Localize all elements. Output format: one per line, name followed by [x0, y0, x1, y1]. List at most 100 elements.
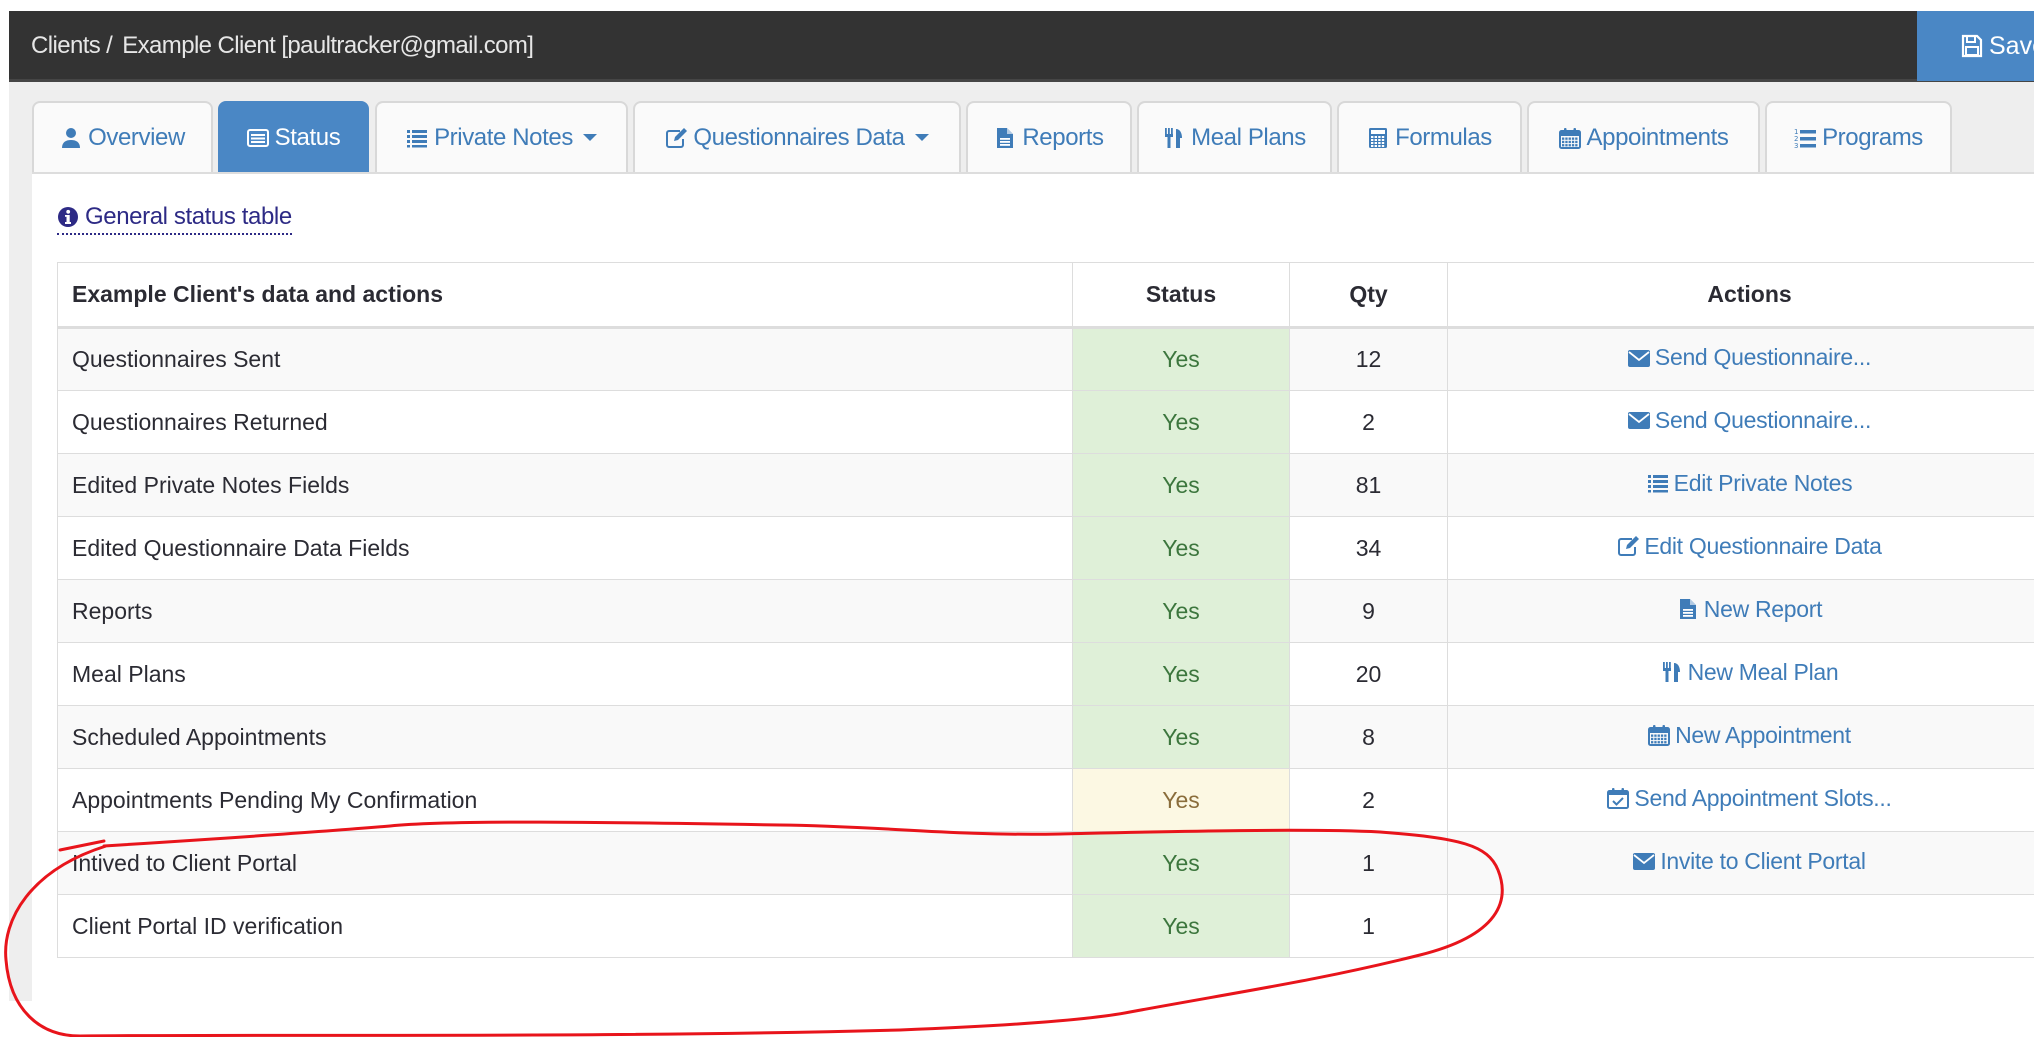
actions-cell: Edit Private Notes — [1447, 453, 2034, 517]
row-label: Client Portal ID verification — [57, 894, 1073, 958]
tab-label: Private Notes — [434, 123, 573, 151]
status-cell: Yes — [1072, 579, 1290, 643]
tab-label: Formulas — [1395, 123, 1492, 151]
status-cell: Yes — [1072, 390, 1290, 454]
tab-label: Meal Plans — [1191, 123, 1306, 151]
tab-label: Appointments — [1586, 123, 1729, 151]
row-label: Questionnaires Sent — [57, 327, 1073, 391]
status-cell: Yes — [1072, 894, 1290, 958]
qty-cell: 2 — [1289, 390, 1448, 454]
tab-private-notes[interactable]: Private Notes — [375, 101, 628, 172]
caret-down-icon — [582, 134, 597, 141]
status-cell: Yes — [1072, 705, 1290, 769]
table-row: Scheduled Appointments Yes 8 New Appointmen… — [57, 705, 2034, 769]
calculator-icon — [1369, 127, 1388, 148]
action-link[interactable]: Invite to Client Portal — [1633, 847, 1866, 875]
actions-cell — [1447, 894, 2034, 958]
action-label: Invite to Client Portal — [1660, 847, 1866, 874]
action-label: Send Appointment Slots... — [1634, 784, 1892, 811]
tab-reports[interactable]: Reports — [966, 101, 1132, 172]
action-label: New Meal Plan — [1687, 658, 1839, 685]
row-label: Scheduled Appointments — [57, 705, 1073, 769]
qty-cell: 34 — [1289, 516, 1448, 580]
action-link[interactable]: Send Appointment Slots... — [1607, 784, 1892, 812]
action-label: Edit Private Notes — [1673, 469, 1853, 496]
action-link[interactable]: Send Questionnaire... — [1627, 406, 1872, 434]
list-alt-icon — [246, 128, 269, 147]
status-table: Example Client's data and actions Status… — [57, 262, 2034, 958]
calendar-check-icon — [1607, 788, 1630, 810]
status-cell: Yes — [1072, 516, 1290, 580]
save-button[interactable]: Save — [1917, 11, 2034, 81]
actions-cell: Edit Questionnaire Data — [1447, 516, 2034, 580]
list-ol-icon: 123 — [1794, 128, 1817, 149]
action-link[interactable]: Edit Private Notes — [1647, 470, 1853, 497]
action-link[interactable]: New Appointment — [1648, 722, 1851, 749]
general-status-table-label: General status table — [85, 203, 292, 230]
action-label: New Report — [1703, 595, 1823, 622]
general-status-table-link[interactable]: General status table — [57, 203, 292, 235]
breadcrumb-current: Example Client [paultracker@gmail.com] — [122, 32, 534, 59]
row-label: Questionnaires Returned — [57, 390, 1073, 454]
action-label: Send Questionnaire... — [1654, 344, 1872, 371]
action-link[interactable]: Send Questionnaire... — [1627, 344, 1872, 371]
calendar-icon — [1648, 725, 1671, 747]
qty-cell: 20 — [1289, 642, 1448, 706]
action-link[interactable]: Edit Questionnaire Data — [1617, 533, 1882, 560]
row-label: Appointments Pending My Confirmation — [57, 768, 1073, 832]
edit-icon — [666, 127, 688, 148]
cutlery-icon — [1165, 127, 1183, 148]
tab-label: Overview — [88, 123, 185, 151]
breadcrumb: Clients / Example Client [paultracker@gmai… — [31, 32, 534, 60]
header-data-and-actions: Example Client's data and actions — [57, 262, 1073, 329]
qty-cell: 12 — [1289, 327, 1448, 391]
edit-icon — [1618, 536, 1640, 557]
action-link[interactable]: New Meal Plan — [1661, 659, 1839, 686]
action-label: Send Questionnaire... — [1654, 406, 1872, 433]
qty-cell: 2 — [1289, 768, 1448, 832]
svg-text:3: 3 — [1794, 142, 1798, 149]
breadcrumb-clients-link[interactable]: Clients — [31, 32, 101, 59]
actions-cell: New Report — [1447, 579, 2034, 643]
tab-formulas[interactable]: Formulas — [1337, 101, 1522, 172]
header-status: Status — [1072, 262, 1290, 329]
actions-cell: Invite to Client Portal — [1447, 831, 2034, 895]
status-cell: Yes — [1072, 831, 1290, 895]
tab-meal-plans[interactable]: Meal Plans — [1137, 101, 1332, 172]
floppy-disk-icon — [1961, 34, 1983, 58]
tab-questionnaires-data[interactable]: Questionnaires Data — [633, 101, 961, 172]
qty-cell: 8 — [1289, 705, 1448, 769]
tab-appointments[interactable]: Appointments — [1527, 101, 1760, 172]
table-row: Client Portal ID verification Yes 1 — [57, 894, 2034, 958]
status-cell: Yes — [1072, 642, 1290, 706]
envelope-icon — [1627, 412, 1650, 430]
qty-cell: 1 — [1289, 894, 1448, 958]
table-row: Intived to Client Portal Yes 1 Invite to Cl… — [57, 831, 2034, 895]
actions-cell: Send Questionnaire... — [1447, 390, 2034, 454]
table-row: Appointments Pending My Confirmation Yes 2… — [57, 768, 2034, 832]
actions-cell: Send Appointment Slots... — [1447, 768, 2034, 832]
table-row: Edited Private Notes Fields Yes 81 Edit Pri… — [57, 453, 2034, 517]
status-cell: Yes — [1072, 327, 1290, 391]
action-label: New Appointment — [1675, 721, 1851, 748]
row-label: Reports — [57, 579, 1073, 643]
tab-programs[interactable]: 1 2 3 Programs — [1765, 101, 1952, 172]
row-label: Meal Plans — [57, 642, 1073, 706]
table-row: Questionnaires Sent Yes 12 Send Questionnai… — [57, 327, 2034, 391]
list-icon — [407, 129, 428, 147]
qty-cell: 9 — [1289, 579, 1448, 643]
cutlery-icon — [1662, 662, 1680, 683]
tab-label: Questionnaires Data — [693, 123, 905, 151]
table-row: Edited Questionnaire Data Fields Yes 34 Edi… — [57, 516, 2034, 580]
action-link[interactable]: New Report — [1677, 595, 1823, 623]
row-label: Intived to Client Portal — [57, 831, 1073, 895]
breadcrumb-separator: / — [106, 32, 113, 59]
envelope-icon — [1633, 853, 1656, 871]
status-cell: Yes — [1072, 453, 1290, 517]
qty-cell: 81 — [1289, 453, 1448, 517]
tab-status[interactable]: Status — [218, 101, 369, 172]
info-circle-icon — [58, 207, 78, 227]
tab-overview[interactable]: Overview — [32, 101, 213, 172]
header-qty: Qty — [1289, 262, 1448, 329]
envelope-icon — [1627, 349, 1650, 367]
